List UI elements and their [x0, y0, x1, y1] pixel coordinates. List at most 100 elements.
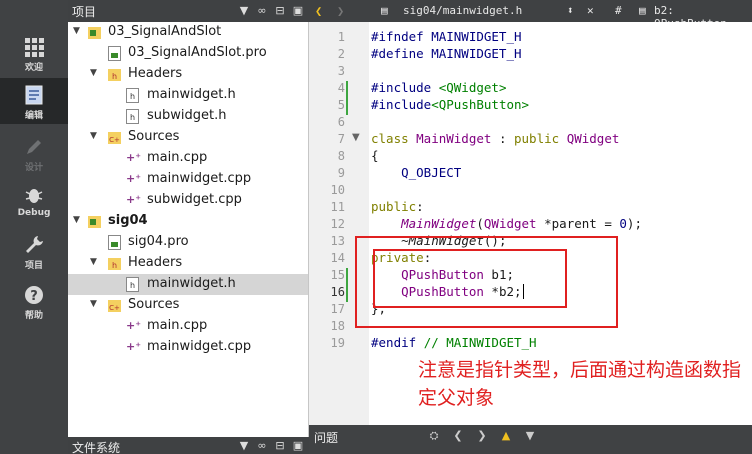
svg-text:C+: C+ — [109, 136, 120, 144]
code-token: public — [514, 131, 567, 146]
code-token: // MAINWIDGET_H — [423, 335, 537, 350]
panel-title: 文件系统 — [72, 441, 121, 454]
tree-item-file[interactable]: +⁺ mainwidget.cpp — [68, 337, 308, 358]
code-token: *parent = — [536, 216, 620, 231]
tree-item-label: subwidget.cpp — [147, 192, 242, 207]
line-number: 10 — [330, 183, 345, 197]
filter-icon[interactable]: ▼ — [237, 438, 251, 454]
tree-item-label: mainwidget.h — [147, 276, 236, 291]
code-token: ( — [476, 216, 484, 231]
tree-item-file[interactable]: +⁺ subwidget.cpp — [68, 190, 308, 211]
tree-item-folder[interactable]: ▼ C+ Sources — [68, 295, 308, 316]
expand-arrow-icon[interactable]: ▼ — [90, 257, 97, 267]
expand-arrow-icon[interactable]: ▼ — [90, 299, 97, 309]
fold-arrow-icon[interactable]: ▼ — [352, 132, 360, 143]
svg-text:h: h — [112, 72, 117, 81]
tree-item-file[interactable]: +⁺ main.cpp — [68, 316, 308, 337]
code-line: class MainWidget : public QWidget — [371, 131, 619, 146]
expand-arrow-icon[interactable]: ▼ — [90, 131, 97, 141]
mode-label: 欢迎 — [24, 63, 43, 73]
cpp-file-icon: +⁺ — [126, 319, 142, 332]
expand-arrow-icon[interactable]: ▼ — [73, 26, 80, 36]
expand-arrow-icon[interactable]: ▼ — [90, 68, 97, 78]
header-file-icon: h — [126, 88, 139, 103]
source-folder-icon: C+ — [108, 132, 121, 144]
cpp-file-icon: +⁺ — [126, 340, 142, 353]
mode-bar: 欢迎 编辑 设计 Debug 项目 ? 帮助 — [0, 0, 68, 454]
bug-icon — [25, 189, 43, 203]
tree-item-file[interactable]: h subwidget.h — [68, 106, 308, 127]
mode-help[interactable]: ? 帮助 — [0, 278, 68, 324]
wrench-icon — [26, 236, 43, 253]
dropdown-arrow-icon[interactable]: ⬍ — [567, 4, 574, 17]
line-number: 17 — [330, 302, 345, 316]
mode-welcome[interactable]: 欢迎 — [0, 30, 68, 76]
tree-item-project[interactable]: ▼ 03_SignalAndSlot — [68, 22, 308, 43]
prev-arrow-icon[interactable]: ❮ — [451, 429, 465, 445]
code-token: 0 — [619, 216, 627, 231]
mode-design[interactable]: 设计 — [0, 130, 68, 176]
pencil-icon — [27, 140, 41, 154]
split-icon[interactable]: ⊟ — [273, 3, 287, 19]
mode-label: Debug — [17, 208, 51, 218]
code-token: <QPushButton> — [431, 97, 530, 112]
code-line: #ifndef MAINWIDGET_H — [371, 29, 522, 44]
grid-icon — [25, 38, 44, 57]
warning-icon[interactable]: ▲ — [499, 429, 513, 445]
expand-arrow-icon[interactable]: ▼ — [73, 215, 80, 225]
forward-arrow-icon[interactable]: ❯ — [337, 4, 344, 18]
tree-item-label: sig04.pro — [128, 234, 189, 249]
back-arrow-icon[interactable]: ❮ — [315, 4, 322, 18]
project-icon — [88, 216, 101, 228]
mode-debug[interactable]: Debug — [0, 178, 68, 224]
code-line: { — [371, 148, 379, 163]
svg-text:h: h — [130, 113, 135, 122]
mode-projects[interactable]: 项目 — [0, 228, 68, 274]
pro-file-icon — [108, 46, 121, 61]
current-file[interactable]: sig04/mainwidget.h — [403, 4, 522, 17]
filter-icon[interactable]: ▼ — [523, 429, 537, 445]
tree-item-file[interactable]: 03_SignalAndSlot.pro — [68, 43, 308, 64]
filter-icon[interactable]: ▼ — [237, 3, 251, 19]
line-number: 1 — [337, 30, 345, 44]
split-icon[interactable]: ⊟ — [273, 438, 287, 454]
tree-item-label: Sources — [128, 129, 180, 144]
tree-item-project[interactable]: ▼ sig04 — [68, 211, 308, 232]
code-line: MainWidget(QWidget *parent = 0); — [371, 216, 642, 231]
code-token: : — [416, 199, 424, 214]
close-icon[interactable]: ▣ — [291, 438, 305, 454]
issues-title[interactable]: 问题 — [314, 429, 338, 446]
tree-item-file[interactable]: +⁺ mainwidget.cpp — [68, 169, 308, 190]
mode-edit[interactable]: 编辑 — [0, 78, 68, 124]
svg-text:h: h — [130, 281, 135, 290]
close-icon[interactable]: ▣ — [291, 3, 305, 19]
panel-title: 项目 — [72, 5, 97, 19]
code-token: Q_OBJECT — [371, 165, 462, 180]
help-icon: ? — [25, 286, 43, 304]
code-token: #endif — [371, 335, 424, 350]
link-icon[interactable]: ∞ — [255, 3, 269, 19]
next-arrow-icon[interactable]: ❯ — [475, 429, 489, 445]
tree-item-folder[interactable]: ▼ C+ Sources — [68, 127, 308, 148]
hash-label: # — [615, 4, 622, 17]
tree-item-label: Sources — [128, 297, 180, 312]
tree-item-label: Headers — [128, 66, 183, 81]
tree-item-file[interactable]: +⁺ main.cpp — [68, 148, 308, 169]
line-number: 5 — [337, 98, 345, 112]
cpp-file-icon: +⁺ — [126, 193, 142, 206]
line-number: 9 — [337, 166, 345, 180]
build-icon[interactable]: ⛭ — [427, 429, 441, 445]
close-file-icon[interactable]: ✕ — [587, 4, 594, 17]
tree-item-file[interactable]: h mainwidget.h — [68, 85, 308, 106]
tree-item-label: mainwidget.h — [147, 87, 236, 102]
tree-item-folder[interactable]: ▼ h Headers — [68, 64, 308, 85]
tree-item-file[interactable]: sig04.pro — [68, 232, 308, 253]
header-folder-icon: h — [108, 69, 121, 81]
link-icon[interactable]: ∞ — [255, 438, 269, 454]
tree-item-file-selected[interactable]: h mainwidget.h — [68, 274, 308, 295]
tree-item-folder[interactable]: ▼ h Headers — [68, 253, 308, 274]
editor-toolbar: ❮ ❯ ▤ sig04/mainwidget.h ⬍ ✕ # ▤ b2: QPu… — [309, 0, 752, 30]
code-token: MainWidget — [416, 131, 492, 146]
filesystem-panel-header[interactable]: 文件系统 ▼ ∞ ⊟ ▣ — [68, 437, 309, 454]
